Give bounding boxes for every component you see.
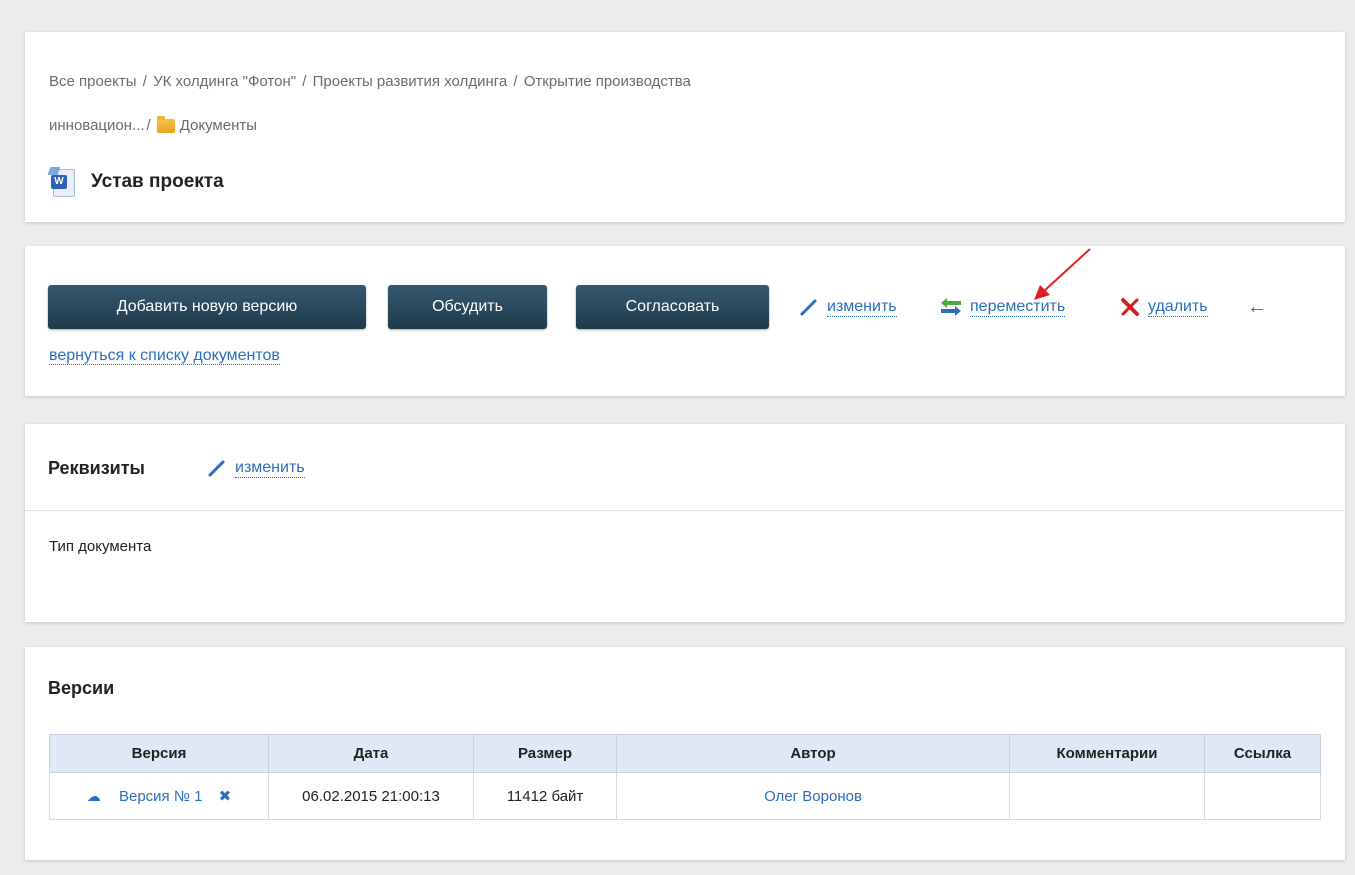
breadcrumb-separator: / [302, 73, 307, 90]
breadcrumb-separator: / [146, 117, 151, 134]
document-actions-card: Добавить новую версию Обсудить Согласова… [25, 246, 1345, 396]
document-type-label: Тип документа [49, 538, 152, 555]
edit-link-label[interactable]: изменить [827, 298, 897, 317]
breadcrumb-separator: / [142, 73, 147, 90]
breadcrumb-item-project-cont[interactable]: инновацион... [49, 117, 145, 134]
properties-card: Реквизиты изменить Тип документа [25, 424, 1345, 622]
add-version-button[interactable]: Добавить новую версию [48, 285, 366, 329]
column-header-comments: Комментарии [1009, 734, 1205, 773]
breadcrumb-item-holding[interactable]: УК холдинга "Фотон" [153, 73, 296, 90]
breadcrumb-continued: инновацион... / Документы [49, 115, 257, 134]
table-row: ☁ Версия № 1 ✖ 06.02.2015 21:00:13 11412… [49, 772, 1321, 820]
pencil-icon [208, 460, 225, 477]
versions-title: Версии [48, 678, 115, 698]
back-to-list-link[interactable]: вернуться к списку документов [49, 347, 280, 365]
delete-link[interactable]: удалить [1120, 297, 1208, 317]
column-header-date: Дата [268, 734, 474, 773]
breadcrumb-item-all-projects[interactable]: Все проекты [49, 73, 137, 90]
discuss-button[interactable]: Обсудить [388, 285, 547, 329]
column-header-version: Версия [49, 734, 269, 773]
date-cell: 06.02.2015 21:00:13 [268, 772, 474, 820]
breadcrumb-separator: / [513, 73, 518, 90]
link-cell [1204, 772, 1321, 820]
breadcrumb-item-development-projects[interactable]: Проекты развития холдинга [313, 73, 508, 90]
delete-x-icon [1121, 298, 1139, 316]
column-header-size: Размер [473, 734, 617, 773]
move-arrows-icon [941, 298, 961, 316]
back-arrow-icon[interactable]: ← [1247, 296, 1267, 319]
table-header-row: Версия Дата Размер Автор Комментарии Ссы… [49, 734, 1321, 773]
properties-title: Реквизиты [48, 458, 145, 478]
version-cell: ☁ Версия № 1 ✖ [49, 772, 269, 820]
delete-version-icon[interactable]: ✖ [219, 788, 232, 805]
column-header-link: Ссылка [1204, 734, 1321, 773]
author-link[interactable]: Олег Воронов [764, 788, 862, 805]
breadcrumb-item-documents[interactable]: Документы [180, 117, 257, 134]
properties-edit-label[interactable]: изменить [235, 459, 305, 478]
size-cell: 11412 байт [473, 772, 617, 820]
cloud-download-icon[interactable]: ☁ [87, 788, 101, 804]
column-header-author: Автор [616, 734, 1010, 773]
edit-link[interactable]: изменить [799, 297, 897, 317]
page-title: Устав проекта [91, 171, 224, 192]
author-cell: Олег Воронов [616, 772, 1010, 820]
comments-cell [1009, 772, 1205, 820]
versions-card: Версии Версия Дата Размер Автор Коммента… [25, 647, 1345, 860]
back-to-list-label[interactable]: вернуться к списку документов [49, 347, 280, 365]
document-header-card: Все проекты / УК холдинга "Фотон" / Прое… [25, 32, 1345, 222]
divider [25, 510, 1345, 511]
version-link[interactable]: Версия № 1 [119, 788, 202, 805]
properties-edit-link[interactable]: изменить [207, 458, 305, 478]
delete-link-label[interactable]: удалить [1148, 298, 1208, 317]
breadcrumb: Все проекты / УК холдинга "Фотон" / Прое… [49, 73, 691, 90]
word-document-icon: W [47, 167, 75, 197]
versions-table: Версия Дата Размер Автор Комментарии Ссы… [49, 734, 1321, 820]
annotation-arrow-icon [1034, 248, 1091, 300]
folder-icon [156, 115, 175, 133]
document-title-row: W Устав проекта [47, 167, 224, 197]
approve-button[interactable]: Согласовать [576, 285, 769, 329]
pencil-icon [800, 299, 817, 316]
breadcrumb-item-project[interactable]: Открытие производства [524, 73, 691, 90]
